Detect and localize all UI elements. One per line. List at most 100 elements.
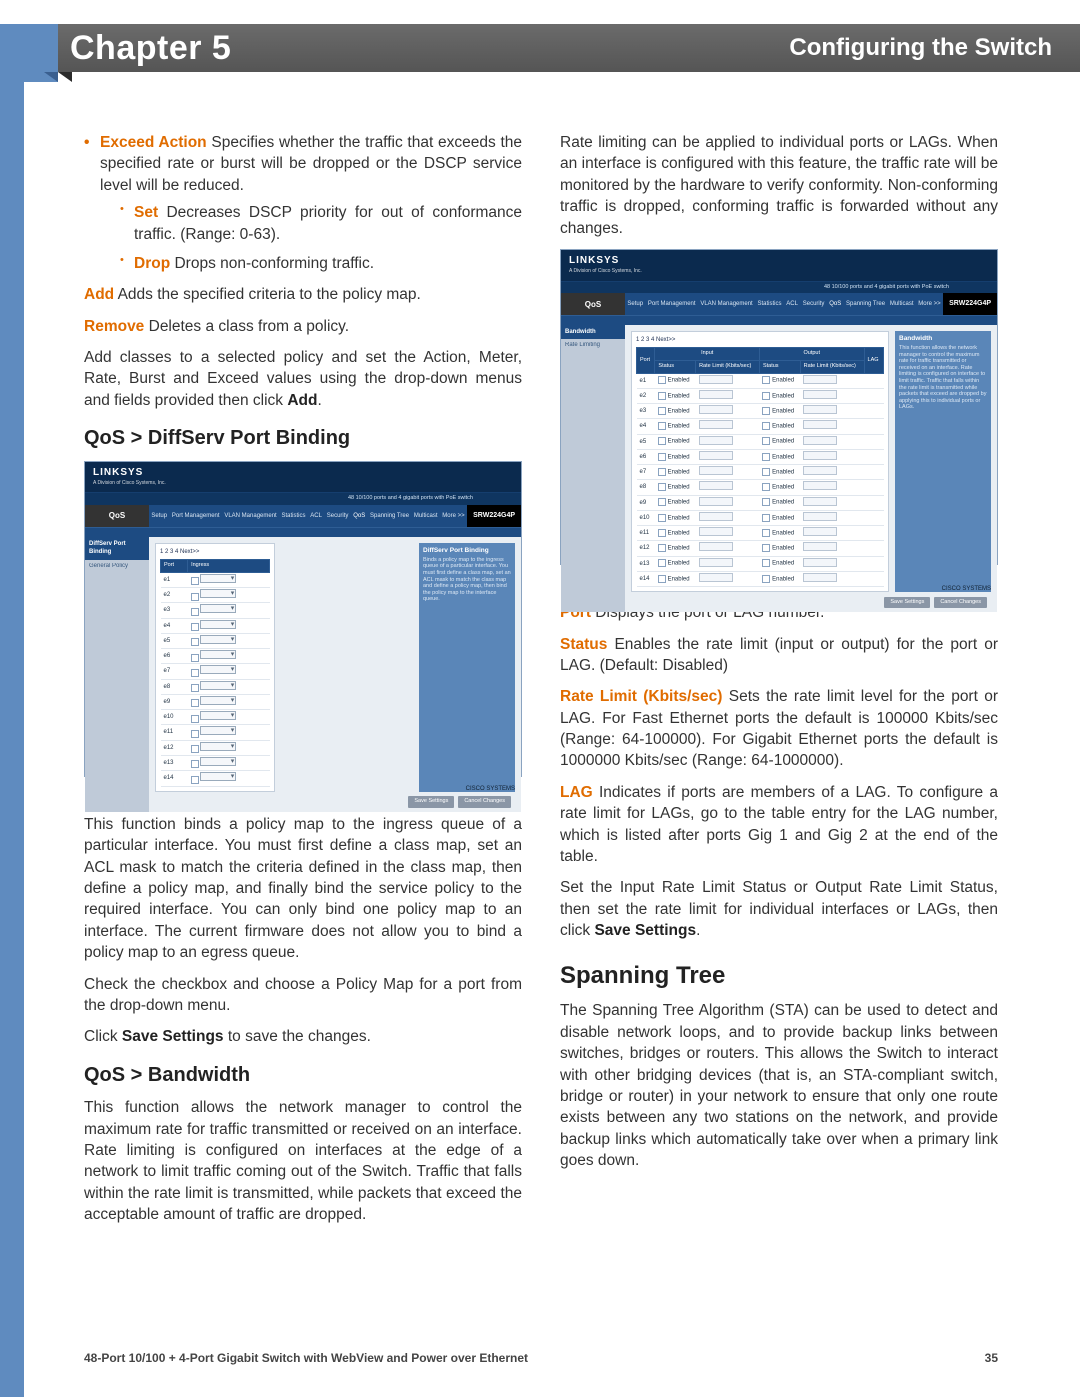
checkbox[interactable] — [191, 638, 199, 646]
checkbox[interactable] — [191, 654, 199, 662]
tab[interactable]: Port Management — [172, 512, 220, 520]
policy-dropdown[interactable] — [200, 711, 236, 720]
checkbox[interactable] — [762, 544, 770, 552]
policy-dropdown[interactable] — [200, 620, 236, 629]
checkbox[interactable] — [191, 684, 199, 692]
checkbox[interactable] — [191, 577, 199, 585]
rate-input[interactable] — [803, 573, 837, 582]
rate-input[interactable] — [803, 436, 837, 445]
rate-input[interactable] — [803, 390, 837, 399]
checkbox[interactable] — [658, 453, 666, 461]
rate-input[interactable] — [699, 527, 733, 536]
rate-input[interactable] — [699, 375, 733, 384]
tab[interactable]: Statistics — [758, 300, 782, 308]
tab[interactable]: Spanning Tree — [846, 300, 885, 308]
tab[interactable]: ACL — [786, 300, 798, 308]
checkbox[interactable] — [762, 529, 770, 537]
checkbox[interactable] — [762, 407, 770, 415]
checkbox[interactable] — [191, 593, 199, 601]
checkbox[interactable] — [191, 623, 199, 631]
rate-input[interactable] — [699, 542, 733, 551]
checkbox[interactable] — [762, 559, 770, 567]
rate-input[interactable] — [803, 375, 837, 384]
policy-dropdown[interactable] — [200, 604, 236, 613]
tab[interactable]: Multicast — [890, 300, 914, 308]
cancel-button[interactable]: Cancel Changes — [934, 597, 987, 609]
policy-dropdown[interactable] — [200, 742, 236, 751]
checkbox[interactable] — [191, 745, 199, 753]
rate-input[interactable] — [699, 420, 733, 429]
rate-input[interactable] — [803, 527, 837, 536]
policy-dropdown[interactable] — [200, 757, 236, 766]
policy-dropdown[interactable] — [200, 574, 236, 583]
checkbox[interactable] — [658, 575, 666, 583]
checkbox[interactable] — [762, 422, 770, 430]
save-button[interactable]: Save Settings — [408, 796, 454, 808]
rate-input[interactable] — [699, 436, 733, 445]
checkbox[interactable] — [658, 392, 666, 400]
cancel-button[interactable]: Cancel Changes — [458, 796, 511, 808]
checkbox[interactable] — [658, 483, 666, 491]
tab[interactable]: QoS — [353, 512, 365, 520]
checkbox[interactable] — [762, 437, 770, 445]
policy-dropdown[interactable] — [200, 772, 236, 781]
pager[interactable]: 1 2 3 4 Next>> — [636, 336, 884, 344]
rate-input[interactable] — [803, 542, 837, 551]
rate-input[interactable] — [803, 405, 837, 414]
rate-input[interactable] — [699, 512, 733, 521]
checkbox[interactable] — [191, 730, 199, 738]
policy-dropdown[interactable] — [200, 681, 236, 690]
save-button[interactable]: Save Settings — [884, 597, 930, 609]
tab[interactable]: Statistics — [282, 512, 306, 520]
rate-input[interactable] — [699, 405, 733, 414]
tab[interactable]: Multicast — [414, 512, 438, 520]
checkbox[interactable] — [658, 407, 666, 415]
checkbox[interactable] — [191, 699, 199, 707]
rate-input[interactable] — [699, 390, 733, 399]
checkbox[interactable] — [658, 437, 666, 445]
tab[interactable]: More >> — [442, 512, 464, 520]
tab[interactable]: QoS — [829, 300, 841, 308]
tab[interactable]: More >> — [918, 300, 940, 308]
policy-dropdown[interactable] — [200, 650, 236, 659]
rate-input[interactable] — [699, 558, 733, 567]
tab[interactable]: Port Management — [648, 300, 696, 308]
checkbox[interactable] — [191, 669, 199, 677]
rate-input[interactable] — [803, 558, 837, 567]
policy-dropdown[interactable] — [200, 696, 236, 705]
rate-input[interactable] — [803, 512, 837, 521]
rate-input[interactable] — [803, 420, 837, 429]
rate-input[interactable] — [803, 466, 837, 475]
policy-dropdown[interactable] — [200, 665, 236, 674]
checkbox[interactable] — [762, 392, 770, 400]
rate-input[interactable] — [699, 451, 733, 460]
checkbox[interactable] — [762, 514, 770, 522]
checkbox[interactable] — [762, 483, 770, 491]
checkbox[interactable] — [762, 498, 770, 506]
tab[interactable]: ACL — [310, 512, 322, 520]
policy-dropdown[interactable] — [200, 635, 236, 644]
tab[interactable]: VLAN Management — [700, 300, 752, 308]
checkbox[interactable] — [658, 498, 666, 506]
rate-input[interactable] — [699, 497, 733, 506]
checkbox[interactable] — [191, 608, 199, 616]
tab[interactable]: Security — [803, 300, 825, 308]
policy-dropdown[interactable] — [200, 726, 236, 735]
policy-dropdown[interactable] — [200, 589, 236, 598]
pager[interactable]: 1 2 3 4 Next>> — [160, 548, 270, 556]
checkbox[interactable] — [658, 514, 666, 522]
checkbox[interactable] — [762, 453, 770, 461]
tab[interactable]: Setup — [627, 300, 643, 308]
checkbox[interactable] — [762, 376, 770, 384]
rate-input[interactable] — [803, 451, 837, 460]
tab[interactable]: Security — [327, 512, 349, 520]
checkbox[interactable] — [658, 422, 666, 430]
checkbox[interactable] — [658, 468, 666, 476]
checkbox[interactable] — [658, 376, 666, 384]
checkbox[interactable] — [658, 544, 666, 552]
tab[interactable]: Spanning Tree — [370, 512, 409, 520]
rate-input[interactable] — [803, 497, 837, 506]
tab[interactable]: Setup — [151, 512, 167, 520]
checkbox[interactable] — [762, 468, 770, 476]
checkbox[interactable] — [762, 575, 770, 583]
